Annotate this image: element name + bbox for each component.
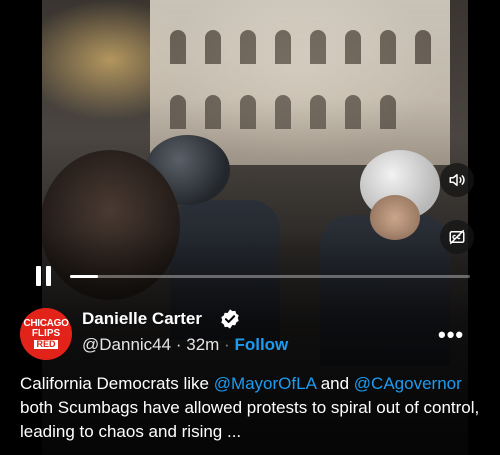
volume-icon [449, 174, 465, 186]
video-progress-bar[interactable] [70, 275, 470, 278]
video-progress-fill [70, 275, 98, 278]
author-handle[interactable]: @Dannic44 [82, 335, 171, 354]
tweet-text: California Democrats like @MayorOfLA and… [20, 372, 482, 444]
verified-badge-icon[interactable] [219, 308, 241, 330]
author-display-name[interactable]: Danielle Carter [82, 309, 202, 329]
tweet-text-part3: both Scumbags have allowed protests to s… [20, 398, 480, 441]
meta-separator-2: · [224, 335, 230, 354]
author-meta-row: @Dannic44 · 32m · Follow [82, 335, 288, 355]
more-options-icon[interactable]: ••• [438, 322, 464, 348]
tweet-text-part2: and [315, 374, 354, 393]
post-time[interactable]: 32m [186, 335, 219, 354]
volume-button[interactable] [440, 163, 474, 197]
captions-icon [449, 229, 465, 245]
follow-button[interactable]: Follow [234, 335, 288, 354]
avatar-text-line3: RED [34, 339, 58, 349]
meta-separator: · [175, 335, 182, 354]
captions-button[interactable] [440, 220, 474, 254]
pause-button[interactable] [34, 266, 54, 286]
avatar-text-line2: FLIPS [31, 328, 61, 339]
mention-mayorofla[interactable]: @MayorOfLA [214, 374, 316, 393]
avatar[interactable]: CHICAGO FLIPS RED [20, 308, 72, 360]
pause-icon [36, 266, 41, 286]
mention-cagovernor[interactable]: @CAgovernor [354, 374, 462, 393]
tweet-text-part1: California Democrats like [20, 374, 214, 393]
